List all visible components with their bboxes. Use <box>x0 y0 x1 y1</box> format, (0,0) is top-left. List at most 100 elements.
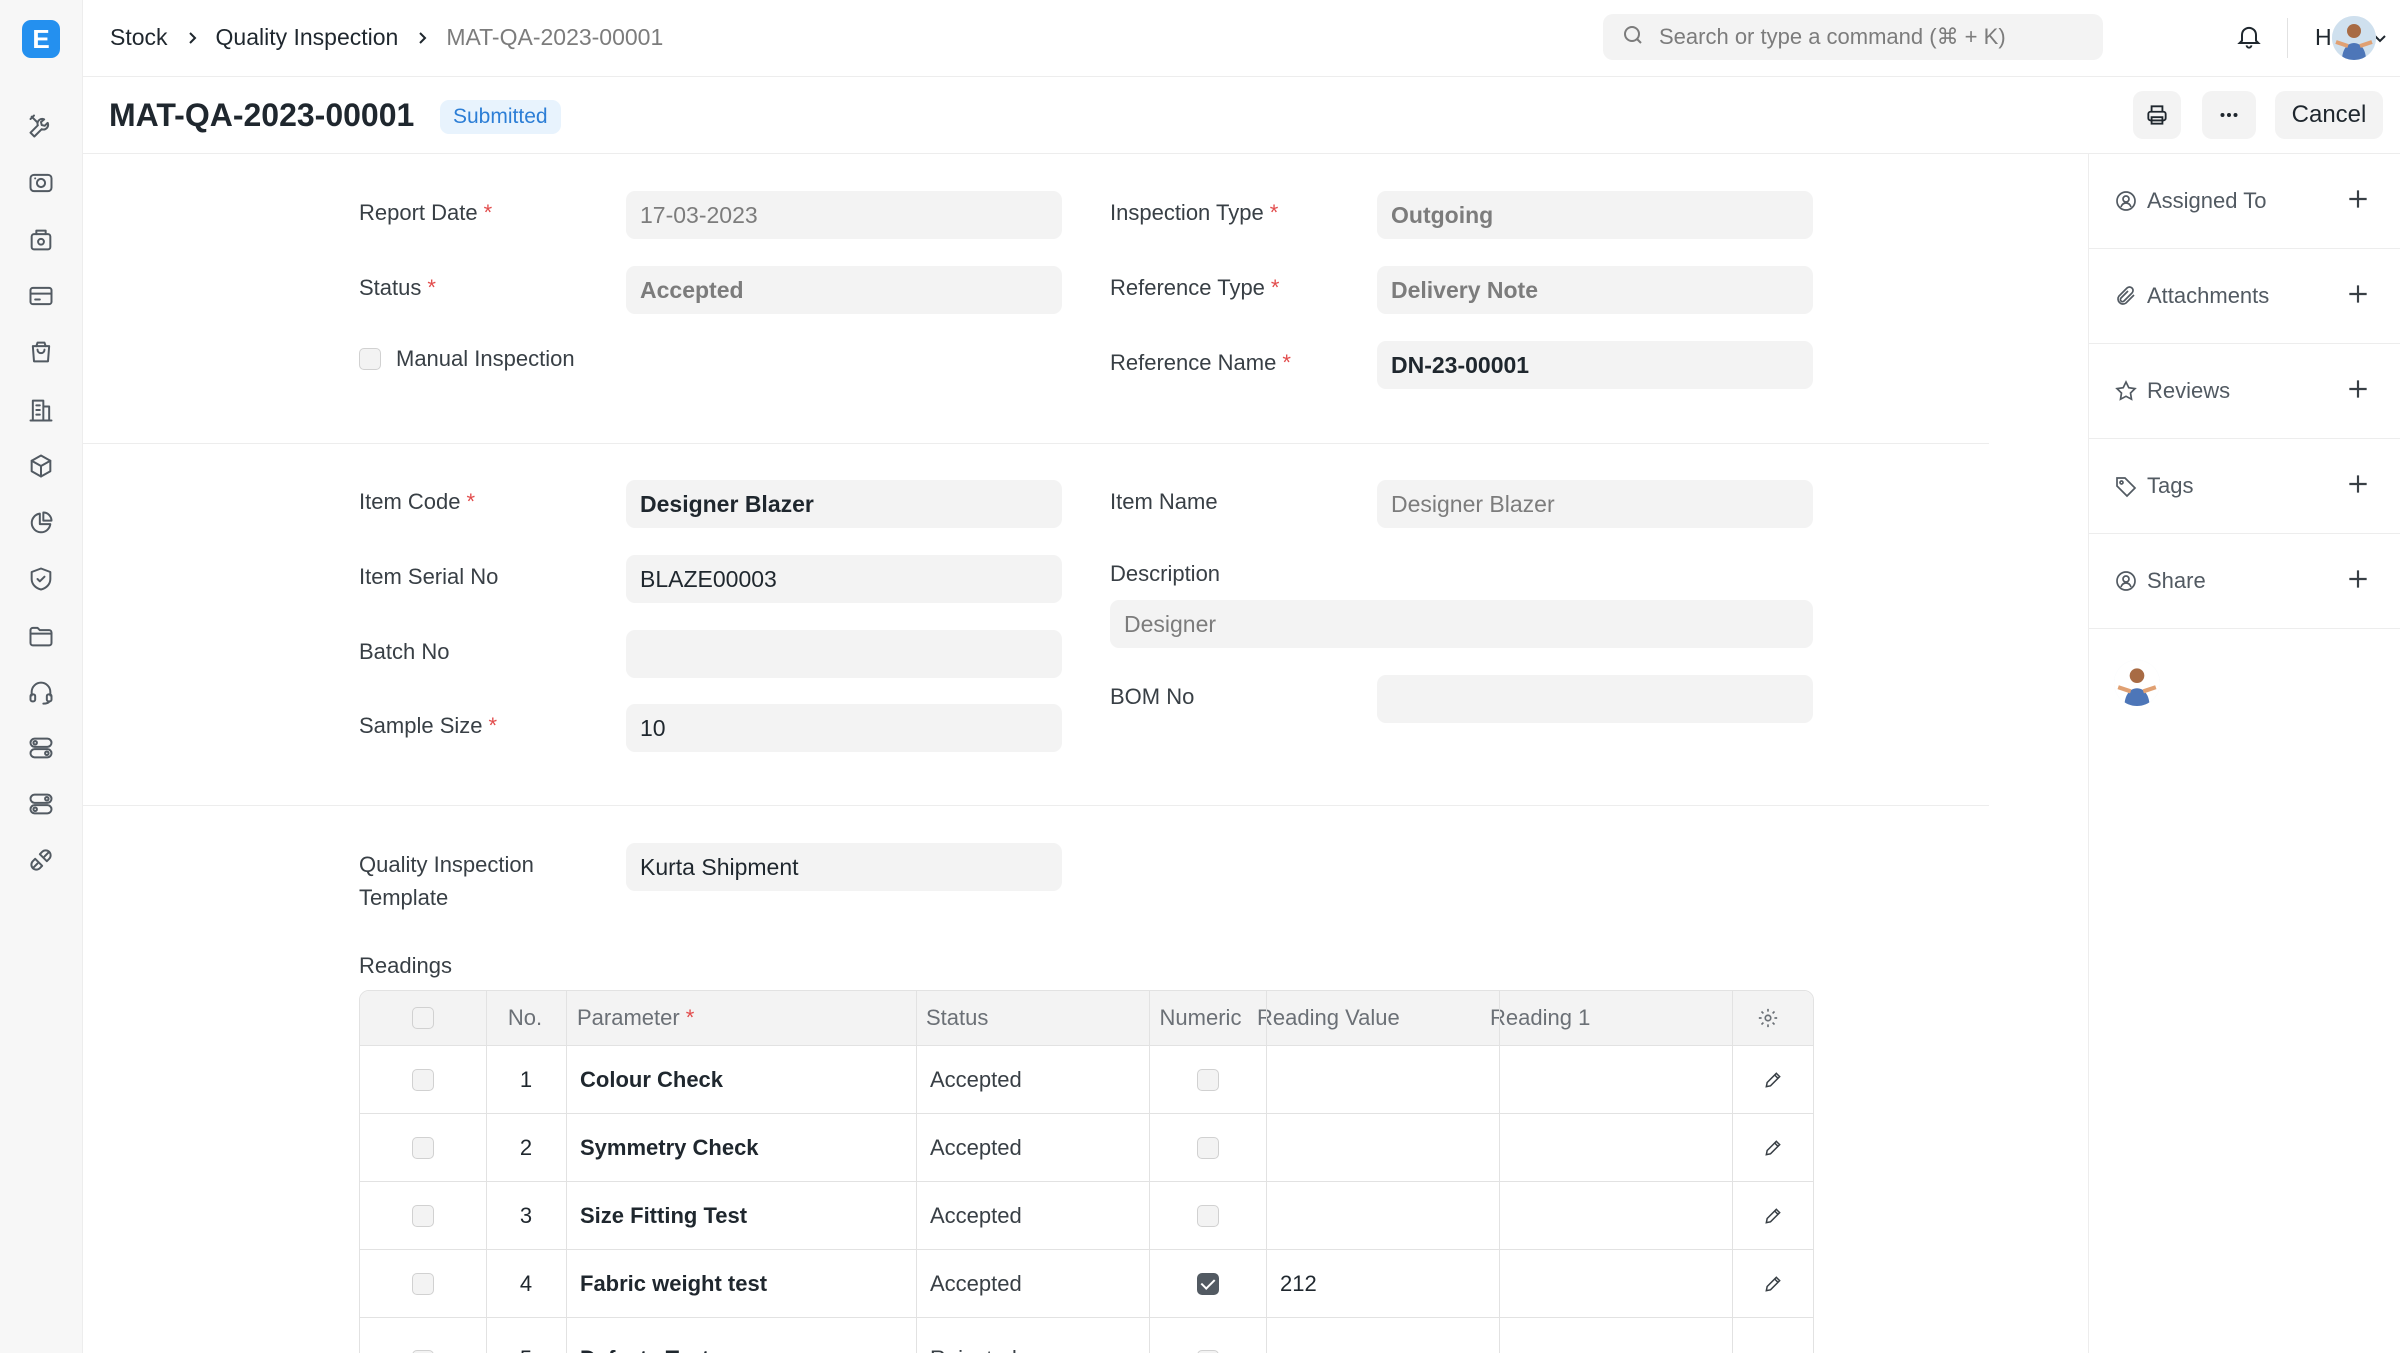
user-avatar[interactable] <box>2332 16 2376 60</box>
breadcrumb-stock[interactable]: Stock <box>110 24 168 51</box>
edit-pencil-icon[interactable] <box>1732 1250 1813 1317</box>
row-status[interactable]: Rejected <box>930 1318 1017 1353</box>
reference-type-field[interactable]: Delivery Note <box>1377 266 1813 314</box>
edit-pencil-icon[interactable] <box>1732 1182 1813 1249</box>
headset-icon[interactable] <box>26 677 56 707</box>
web-icon[interactable] <box>26 168 56 198</box>
table-row[interactable]: 1 Colour Check Accepted <box>360 1046 1813 1114</box>
row-numeric-checkbox[interactable] <box>1196 1068 1219 1091</box>
row-status[interactable]: Accepted <box>930 1046 1022 1113</box>
reviews-section[interactable]: Reviews <box>2089 344 2400 439</box>
status-field[interactable]: Accepted <box>626 266 1062 314</box>
header-numeric: Numeric <box>1159 1005 1242 1030</box>
item-serial-no-field[interactable]: BLAZE00003 <box>626 555 1062 603</box>
select-all-checkbox[interactable] <box>412 1007 434 1029</box>
owner-avatar[interactable] <box>2114 660 2160 706</box>
row-status[interactable]: Accepted <box>930 1114 1022 1181</box>
tools-icon[interactable] <box>26 111 56 141</box>
description-field[interactable]: Designer <box>1110 600 1813 648</box>
row-numeric-checkbox[interactable] <box>1196 1136 1219 1159</box>
edit-pencil-icon[interactable] <box>1732 1046 1813 1113</box>
row-select-checkbox[interactable] <box>412 1136 434 1159</box>
status-label: Status * <box>359 275 436 300</box>
print-button[interactable] <box>2133 91 2181 139</box>
tags-label: Tags <box>2147 473 2194 498</box>
edit-pencil-icon[interactable] <box>1732 1318 1813 1353</box>
row-parameter[interactable]: Defects Test <box>580 1318 709 1353</box>
star-icon <box>2114 379 2140 405</box>
batch-no-label: Batch No <box>359 639 450 664</box>
inspection-type-field[interactable]: Outgoing <box>1377 191 1813 239</box>
settings-gear-icon[interactable] <box>1722 991 1813 1045</box>
chevron-right-icon <box>184 30 200 46</box>
row-parameter[interactable]: Fabric weight test <box>580 1250 767 1317</box>
notification-bell-icon[interactable] <box>2235 22 2265 52</box>
table-row[interactable]: 2 Symmetry Check Accepted <box>360 1114 1813 1182</box>
item-name-field[interactable]: Designer Blazer <box>1377 480 1813 528</box>
batch-no-field[interactable] <box>626 630 1062 678</box>
template-field[interactable]: Kurta Shipment <box>626 843 1062 891</box>
template-label: Quality Inspection Template <box>359 852 534 910</box>
reference-name-field[interactable]: DN-23-00001 <box>1377 341 1813 389</box>
bom-no-field[interactable] <box>1377 675 1813 723</box>
reviews-label: Reviews <box>2147 378 2231 403</box>
sample-size-label: Sample Size * <box>359 713 498 738</box>
package-icon[interactable] <box>26 451 56 481</box>
shopping-bag-icon[interactable] <box>26 337 56 367</box>
add-review-plus-icon[interactable] <box>2345 376 2373 404</box>
breadcrumb: Stock Quality Inspection MAT-QA-2023-000… <box>110 24 663 51</box>
row-status[interactable]: Accepted <box>930 1250 1022 1317</box>
add-tag-plus-icon[interactable] <box>2345 471 2373 499</box>
add-attachment-plus-icon[interactable] <box>2345 281 2373 309</box>
item-code-field[interactable]: Designer Blazer <box>626 480 1062 528</box>
attachments-section[interactable]: Attachments <box>2089 249 2400 344</box>
app-sidebar: E <box>0 0 83 1353</box>
assigned-to-section[interactable]: Assigned To <box>2089 154 2400 249</box>
row-parameter[interactable]: Colour Check <box>580 1046 723 1113</box>
toggles-alt-icon[interactable] <box>26 789 56 819</box>
description-label: Description <box>1110 561 1221 586</box>
row-select-checkbox[interactable] <box>412 1204 434 1227</box>
share-section[interactable]: Share <box>2089 534 2400 629</box>
cancel-button[interactable]: Cancel <box>2275 91 2383 139</box>
building-icon[interactable] <box>26 395 56 425</box>
row-parameter[interactable]: Size Fitting Test <box>580 1182 747 1249</box>
header-parameter: Parameter * <box>577 1005 695 1030</box>
section-divider <box>83 443 1989 444</box>
row-reading-value[interactable]: 212 <box>1280 1250 1317 1317</box>
more-actions-button[interactable] <box>2202 91 2256 139</box>
pie-chart-icon[interactable] <box>26 508 56 538</box>
breadcrumb-current[interactable]: MAT-QA-2023-00001 <box>446 24 663 51</box>
breadcrumb-quality-inspection[interactable]: Quality Inspection <box>216 24 399 51</box>
folder-icon[interactable] <box>26 621 56 651</box>
card-icon[interactable] <box>26 281 56 311</box>
awesome-bar[interactable] <box>1603 14 2103 60</box>
search-input[interactable] <box>1659 24 2059 50</box>
add-assignee-plus-icon[interactable] <box>2345 186 2373 214</box>
integration-icon[interactable] <box>26 845 56 875</box>
toggles-icon[interactable] <box>26 733 56 763</box>
row-select-checkbox[interactable] <box>412 1272 434 1295</box>
search-icon <box>1621 23 1645 52</box>
table-row[interactable]: 3 Size Fitting Test Accepted <box>360 1182 1813 1250</box>
edit-pencil-icon[interactable] <box>1732 1114 1813 1181</box>
table-row[interactable]: 4 Fabric weight test Accepted 212 <box>360 1250 1813 1318</box>
row-select-checkbox[interactable] <box>412 1068 434 1091</box>
report-date-field[interactable]: 17-03-2023 <box>626 191 1062 239</box>
table-row[interactable]: 5 Defects Test Rejected <box>360 1318 1813 1353</box>
app-logo[interactable]: E <box>22 20 60 58</box>
row-status[interactable]: Accepted <box>930 1182 1022 1249</box>
row-numeric-checkbox[interactable] <box>1196 1272 1219 1295</box>
shield-icon[interactable] <box>26 564 56 594</box>
tags-section[interactable]: Tags <box>2089 439 2400 534</box>
row-parameter[interactable]: Symmetry Check <box>580 1114 759 1181</box>
add-share-plus-icon[interactable] <box>2345 566 2373 594</box>
chevron-right-icon <box>414 30 430 46</box>
section-divider <box>83 805 1989 806</box>
camera-box-icon[interactable] <box>26 225 56 255</box>
bom-no-label: BOM No <box>1110 684 1195 709</box>
sample-size-field[interactable]: 10 <box>626 704 1062 752</box>
row-numeric-checkbox[interactable] <box>1196 1204 1219 1227</box>
manual-inspection-checkbox[interactable] <box>359 348 381 370</box>
row-no: 1 <box>519 1066 533 1092</box>
